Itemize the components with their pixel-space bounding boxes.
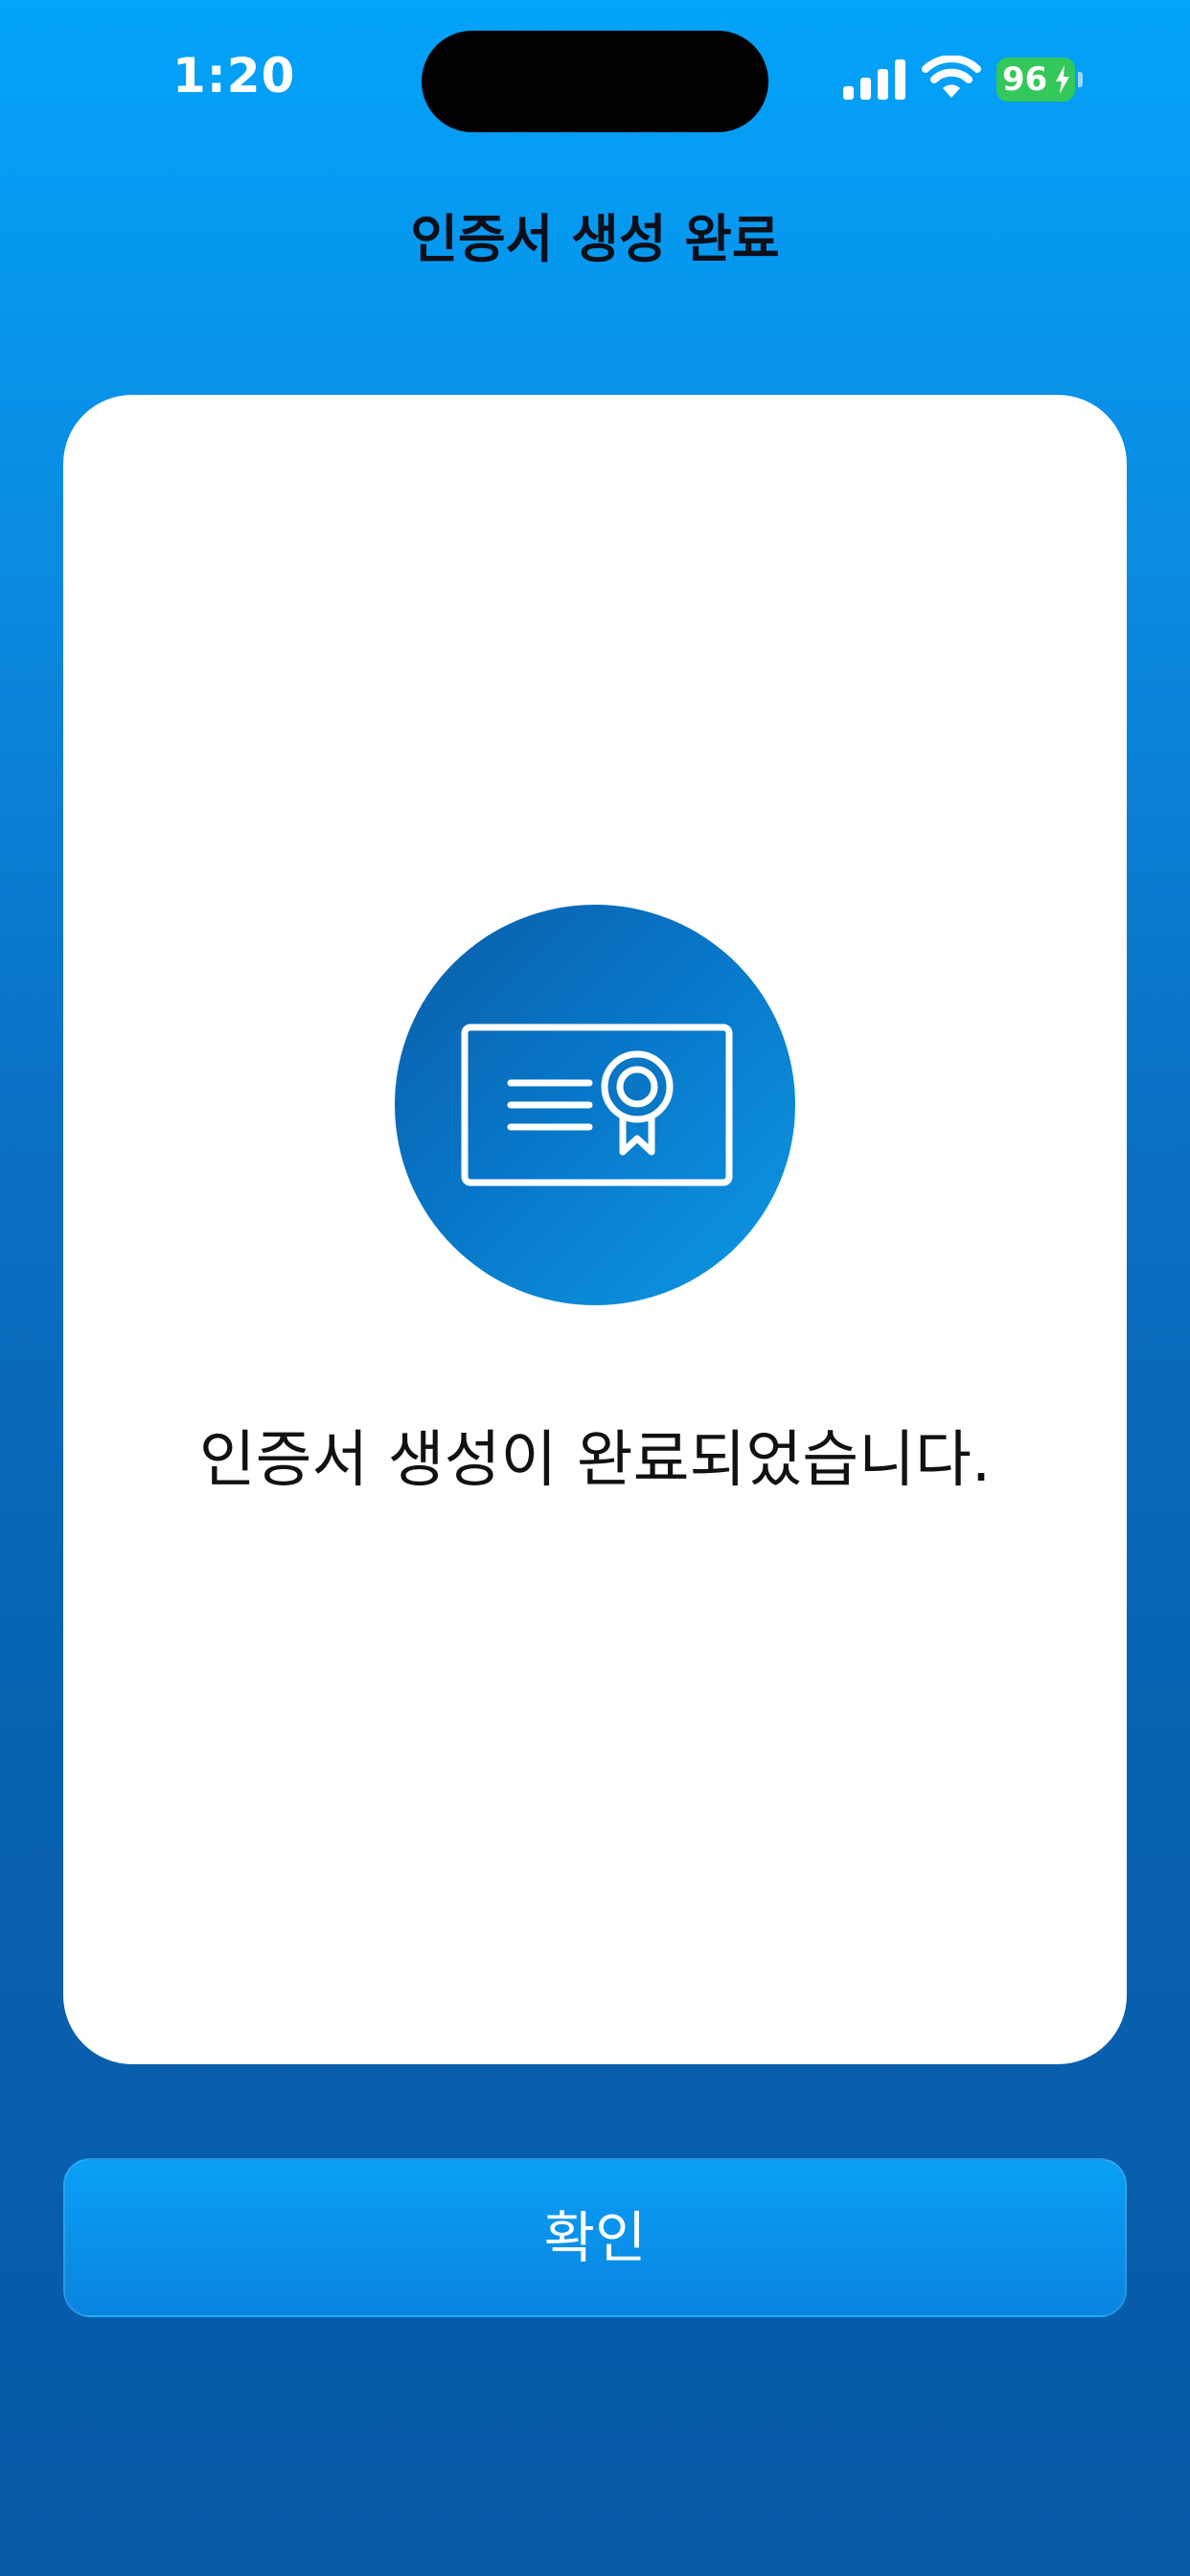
certificate-badge [395,905,795,1305]
battery-cap [1078,72,1083,87]
certificate-icon [461,1024,733,1186]
status-time: 1:20 [172,48,296,104]
charging-bolt-icon [1056,65,1069,94]
completion-card: 인증서 생성이 완료되었습니다. [63,395,1127,2064]
completion-message: 인증서 생성이 완료되었습니다. [198,1425,992,1496]
wifi-icon [922,56,981,98]
battery-indicator: 96 [996,58,1083,102]
confirm-button[interactable]: 확인 [63,2158,1127,2317]
cellular-signal-icon [843,59,905,100]
dynamic-island [422,31,768,132]
page-title: 인증서 생성 완료 [410,209,780,269]
